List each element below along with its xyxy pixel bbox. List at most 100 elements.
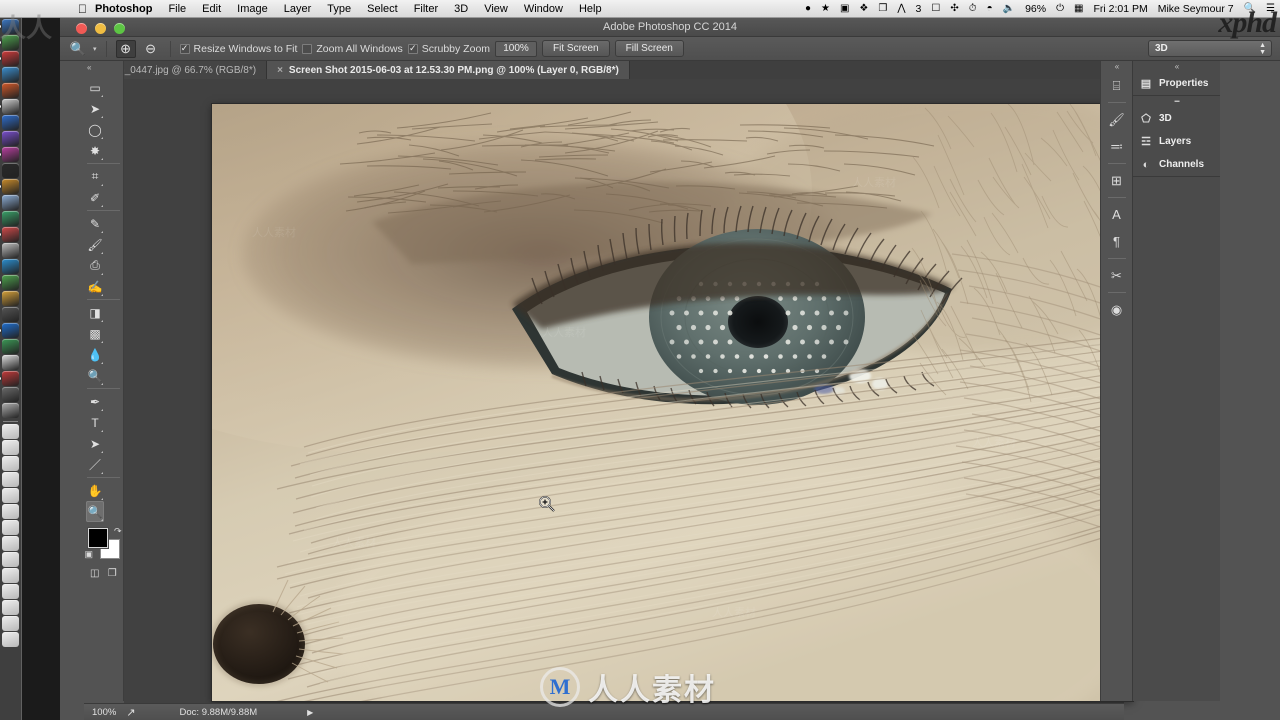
adobe-cc-icon[interactable]: ⋀	[892, 3, 910, 14]
character-icon[interactable]: A	[1101, 201, 1132, 228]
dock-document-icon[interactable]	[2, 536, 19, 551]
panel-tab-channels[interactable]: ◐ Channels	[1133, 153, 1220, 176]
default-colors-icon[interactable]: ▣	[85, 549, 94, 560]
lasso-tool[interactable]: ◯	[86, 119, 104, 140]
rail-collapse-button[interactable]: «	[1101, 61, 1132, 72]
hand-tool[interactable]: ✋	[86, 480, 104, 501]
dock-app-icon[interactable]	[2, 403, 19, 418]
dock-app-icon[interactable]	[2, 339, 19, 354]
adjustments-icon[interactable]: ⊞	[1101, 167, 1132, 194]
dock-document-icon[interactable]	[2, 568, 19, 583]
evernote-icon[interactable]: ★	[816, 3, 835, 14]
dock-document-icon[interactable]	[2, 520, 19, 535]
swap-colors-icon[interactable]: ↷	[114, 526, 122, 537]
histogram-icon[interactable]: ⌸	[1101, 72, 1132, 99]
dock-document-icon[interactable]	[2, 456, 19, 471]
menu-3d[interactable]: 3D	[446, 3, 476, 15]
dock-app-icon[interactable]	[2, 259, 19, 274]
location-icon[interactable]: ●	[800, 3, 816, 14]
menu-view[interactable]: View	[476, 3, 516, 15]
magic-wand-tool[interactable]: ✸	[86, 140, 104, 161]
dropbox-icon[interactable]: ❖	[854, 3, 873, 14]
dock-app-icon[interactable]	[2, 211, 19, 226]
panel-tab-layers[interactable]: ☲ Layers	[1133, 130, 1220, 153]
apple-menu-icon[interactable]: 	[78, 3, 87, 15]
close-window-button[interactable]	[76, 23, 87, 34]
dock-document-icon[interactable]	[2, 504, 19, 519]
workspace-selector[interactable]: 3D ▲ ▼	[1148, 40, 1272, 57]
quick-mask-icon[interactable]: ◫	[87, 566, 103, 580]
history-brush-tool[interactable]: ✍	[86, 276, 104, 297]
battery-charging-icon[interactable]: ⏻	[1051, 3, 1069, 14]
blur-tool[interactable]: 💧	[86, 344, 104, 365]
dock-document-icon[interactable]	[2, 600, 19, 615]
dock-document-icon[interactable]	[2, 552, 19, 567]
zoom-tool[interactable]: 🔍	[86, 501, 104, 522]
eraser-tool[interactable]: ◨	[86, 302, 104, 323]
tab-close-icon[interactable]: ×	[277, 65, 283, 76]
zoom-percent-field[interactable]: 100%	[495, 41, 537, 57]
clone-stamp-tool[interactable]: ⎙	[86, 255, 104, 276]
scrubby-zoom-checkbox[interactable]: ✓ Scrubby Zoom	[408, 43, 490, 55]
dock-document-icon[interactable]	[2, 424, 19, 439]
dodge-tool[interactable]: 🔍	[86, 365, 104, 386]
dock-app-icon[interactable]	[2, 323, 19, 338]
display-icon[interactable]: ▣	[835, 3, 854, 14]
dock-app-icon[interactable]	[2, 163, 19, 178]
eyedropper-tool[interactable]: ✐	[86, 187, 104, 208]
foreground-color-swatch[interactable]	[88, 528, 108, 548]
gradient-tool[interactable]: ▩	[86, 323, 104, 344]
us-flag-icon[interactable]: ▦	[1069, 3, 1088, 14]
menu-select[interactable]: Select	[359, 3, 406, 15]
brush-settings-icon[interactable]: ≕	[1101, 133, 1132, 160]
image-canvas[interactable]: 人人素材 人人素材 人人素材 人人素材 人人素材 人人素材	[212, 104, 1133, 701]
zoom-tool-icon[interactable]: 🔍	[68, 40, 88, 58]
paragraph-icon[interactable]: ¶	[1101, 228, 1132, 255]
dock-app-icon[interactable]	[2, 243, 19, 258]
menu-type[interactable]: Type	[319, 3, 359, 15]
crop-tool[interactable]: ⌗	[86, 166, 104, 187]
menu-filter[interactable]: Filter	[406, 3, 446, 15]
creative-cloud-libraries-icon[interactable]: ◉	[1101, 296, 1132, 323]
menu-image[interactable]: Image	[229, 3, 276, 15]
fill-screen-button[interactable]: Fill Screen	[615, 40, 684, 57]
zoom-out-button[interactable]: ⊖	[141, 40, 161, 58]
tools-collapse-button[interactable]: «	[84, 61, 123, 73]
dock-app-icon[interactable]	[2, 51, 19, 66]
zoom-all-windows-checkbox[interactable]: Zoom All Windows	[302, 43, 402, 55]
brush-tool[interactable]: 🖌	[86, 234, 104, 255]
dock-document-icon[interactable]	[2, 616, 19, 631]
dock-app-icon[interactable]	[2, 307, 19, 322]
dock-app-icon[interactable]	[2, 115, 19, 130]
dock-app-icon[interactable]	[2, 275, 19, 290]
dock-app-icon[interactable]	[2, 147, 19, 162]
dock-app-icon[interactable]	[2, 355, 19, 370]
zoom-in-button[interactable]: ⊕	[116, 40, 136, 58]
dock-app-icon[interactable]	[2, 179, 19, 194]
dock-app-icon[interactable]	[2, 371, 19, 386]
airplay-icon[interactable]: ☐	[926, 3, 945, 14]
status-expand-arrow-icon[interactable]: ▶	[307, 708, 313, 717]
copy-icon[interactable]: ❐	[873, 3, 892, 14]
panel-tab-3d[interactable]: ⬠ 3D	[1133, 107, 1220, 130]
dock-app-icon[interactable]	[2, 99, 19, 114]
spot-healing-brush-tool[interactable]: ✎	[86, 213, 104, 234]
dock-app-icon[interactable]	[2, 131, 19, 146]
horizontal-type-tool[interactable]: T	[86, 412, 104, 433]
dock-app-icon[interactable]	[2, 83, 19, 98]
menu-window[interactable]: Window	[516, 3, 571, 15]
dock-document-icon[interactable]	[2, 440, 19, 455]
tool-preset-caret-icon[interactable]: ▾	[93, 45, 97, 53]
timemachine-icon[interactable]: ⏱	[964, 3, 982, 14]
document-tab-2[interactable]: × Screen Shot 2015-06-03 at 12.53.30 PM.…	[267, 61, 630, 79]
share-icon[interactable]: ↗	[126, 706, 135, 719]
menu-layer[interactable]: Layer	[276, 3, 320, 15]
menu-help[interactable]: Help	[571, 3, 610, 15]
line-tool[interactable]: ／	[86, 454, 104, 475]
dock-app-icon[interactable]	[2, 195, 19, 210]
tool-presets-icon[interactable]: ✂	[1101, 262, 1132, 289]
dock-document-icon[interactable]	[2, 472, 19, 487]
screen-mode-icon[interactable]: ❐	[104, 566, 120, 580]
brush-presets-icon[interactable]: 🖌	[1101, 106, 1132, 133]
menu-edit[interactable]: Edit	[194, 3, 229, 15]
